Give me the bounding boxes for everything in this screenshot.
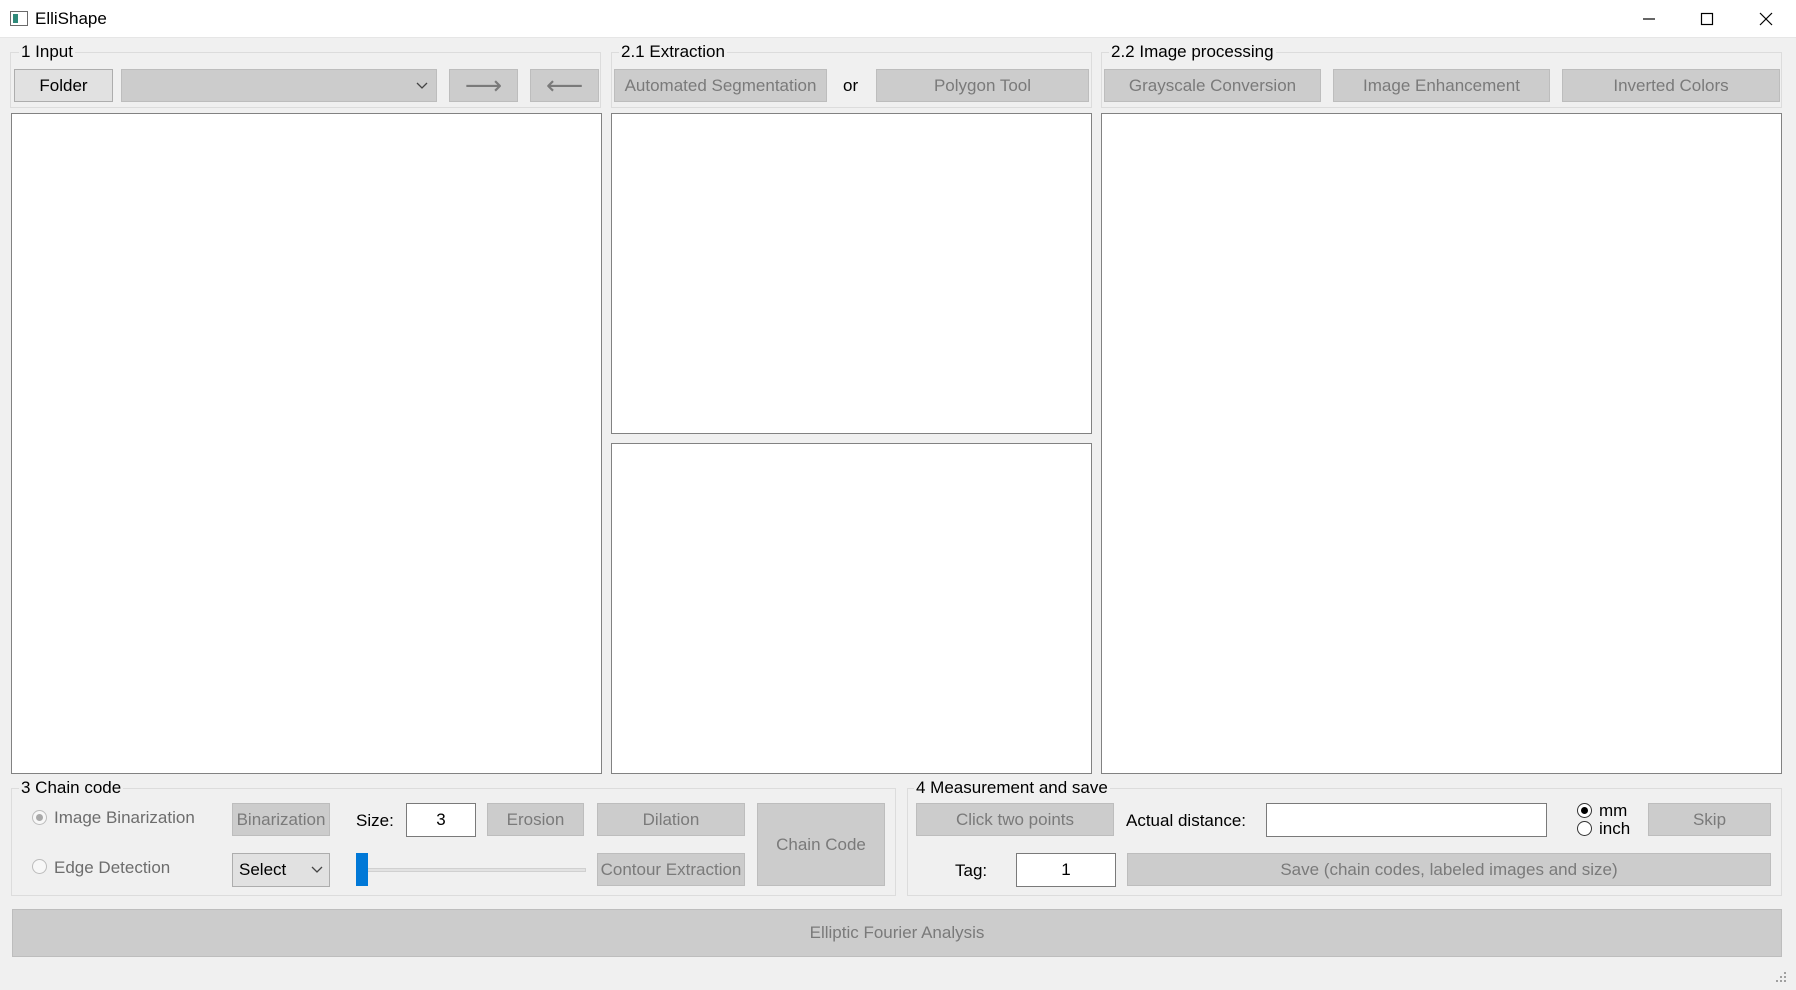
minimize-icon	[1643, 18, 1655, 20]
edge-method-select[interactable]: Select	[232, 853, 330, 887]
click-two-points-button[interactable]: Click two points	[916, 803, 1114, 836]
prev-image-button[interactable]: ⟵	[530, 69, 599, 102]
unit-mm-label: mm	[1599, 801, 1628, 820]
binarization-button[interactable]: Binarization	[232, 803, 330, 836]
measurement-group-label: 4 Measurement and save	[914, 778, 1110, 797]
edge-detection-label: Edge Detection	[54, 858, 171, 877]
unit-mm-radio[interactable]	[1577, 803, 1592, 818]
elliptic-fourier-analysis-button[interactable]: Elliptic Fourier Analysis	[12, 909, 1782, 957]
threshold-slider-handle[interactable]	[356, 853, 368, 886]
extraction-group-label: 2.1 Extraction	[619, 42, 727, 61]
maximize-icon	[1700, 12, 1714, 26]
tag-input[interactable]: 1	[1016, 853, 1116, 887]
edge-detection-radio[interactable]	[32, 859, 47, 874]
title-bar: ElliShape	[0, 0, 1796, 38]
save-button[interactable]: Save (chain codes, labeled images and si…	[1127, 853, 1771, 886]
input-group-label: 1 Input	[19, 42, 75, 61]
automated-segmentation-button[interactable]: Automated Segmentation	[614, 69, 827, 102]
maximize-button[interactable]	[1678, 0, 1736, 38]
unit-inch-radio[interactable]	[1577, 821, 1592, 836]
tag-label: Tag:	[955, 861, 988, 880]
resize-grip-icon[interactable]	[1772, 968, 1788, 984]
image-binarization-radio[interactable]	[32, 810, 47, 825]
extraction-image-panel-top	[611, 113, 1092, 434]
processing-image-panel	[1101, 113, 1782, 774]
size-input[interactable]: 3	[406, 803, 476, 837]
grayscale-conversion-button[interactable]: Grayscale Conversion	[1104, 69, 1321, 102]
threshold-slider-track[interactable]	[356, 868, 586, 872]
file-select[interactable]	[121, 69, 437, 102]
chevron-down-icon	[311, 866, 323, 873]
inverted-colors-button[interactable]: Inverted Colors	[1562, 69, 1780, 102]
unit-inch-label: inch	[1599, 819, 1631, 838]
size-label: Size:	[356, 811, 394, 830]
folder-button[interactable]: Folder	[14, 69, 113, 102]
actual-distance-input[interactable]	[1266, 803, 1547, 837]
edge-method-value: Select	[239, 860, 287, 879]
app-icon	[10, 11, 28, 26]
minimize-button[interactable]	[1620, 0, 1678, 38]
extraction-image-panel-bottom	[611, 443, 1092, 774]
erosion-button[interactable]: Erosion	[487, 803, 584, 836]
close-icon	[1759, 12, 1773, 26]
close-button[interactable]	[1737, 0, 1795, 38]
or-label: or	[843, 76, 859, 95]
image-enhancement-button[interactable]: Image Enhancement	[1333, 69, 1550, 102]
chain-code-group-label: 3 Chain code	[19, 778, 124, 797]
chevron-down-icon	[416, 82, 428, 89]
chain-code-button[interactable]: Chain Code	[757, 803, 885, 886]
polygon-tool-button[interactable]: Polygon Tool	[876, 69, 1089, 102]
processing-group-label: 2.2 Image processing	[1109, 42, 1276, 61]
image-binarization-label: Image Binarization	[54, 808, 195, 827]
dilation-button[interactable]: Dilation	[597, 803, 745, 836]
next-image-button[interactable]: ⟶	[449, 69, 518, 102]
actual-distance-label: Actual distance:	[1126, 811, 1247, 830]
skip-button[interactable]: Skip	[1648, 803, 1771, 836]
window-title: ElliShape	[35, 9, 107, 28]
contour-extraction-button[interactable]: Contour Extraction	[597, 853, 745, 886]
input-image-panel	[11, 113, 602, 774]
